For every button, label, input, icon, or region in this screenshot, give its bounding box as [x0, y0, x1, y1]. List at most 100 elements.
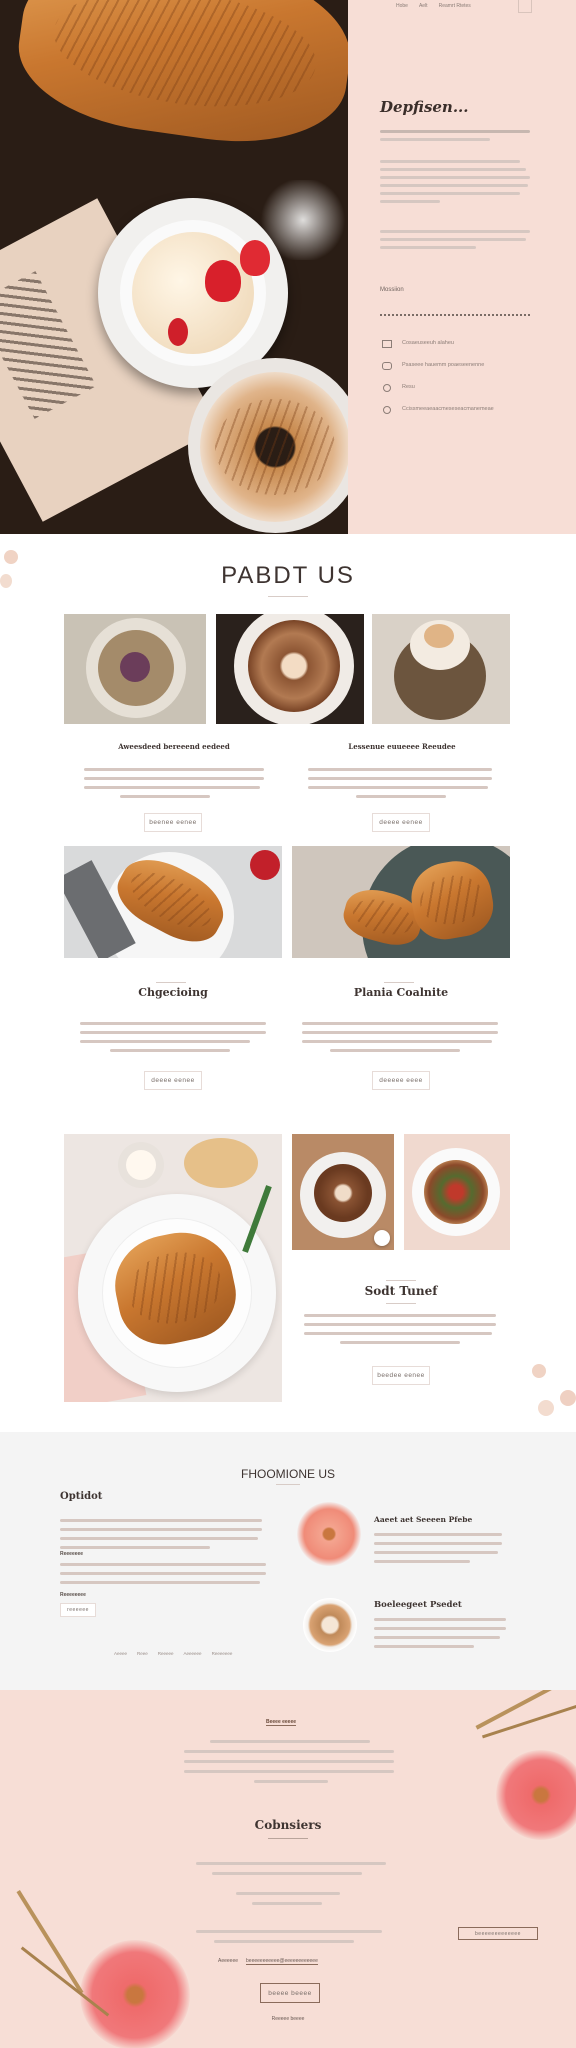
- soup-bowl-photo: [64, 614, 206, 724]
- phone-icon: [383, 406, 391, 414]
- card-text-line: [302, 1031, 498, 1034]
- card-button[interactable]: Deeee eenee: [372, 813, 430, 832]
- card-text-line: [356, 795, 446, 798]
- pager-item[interactable]: Reeeee: [158, 1651, 174, 1656]
- pager-item[interactable]: Aeeeeee: [184, 1651, 202, 1656]
- nav-item[interactable]: Aelt: [419, 3, 428, 9]
- contact-text-line: [212, 1872, 362, 1875]
- card-title: Chgecioing: [138, 986, 208, 999]
- promo-left-heading: Optidot: [60, 1491, 103, 1502]
- hero-text-line: [380, 168, 526, 171]
- card-title: Sodt Tunef: [364, 1284, 438, 1298]
- latte-art-icon: [303, 1598, 357, 1652]
- outline-button[interactable]: Beeeeeeeeeeeee: [458, 1927, 538, 1940]
- hamburger-menu-icon[interactable]: [518, 0, 532, 13]
- promo-text-line: [60, 1528, 262, 1531]
- contact-text-line: [214, 1940, 354, 1943]
- leaf-decoration: [481, 1704, 576, 1739]
- footer-link[interactable]: Reeeee beeee: [0, 2016, 576, 2022]
- card-text-line: [80, 1040, 250, 1043]
- top-nav: Hobe Aelt Reamrt Rtetes: [396, 3, 471, 9]
- pager: Aeeee Reee Reeeee Aeeeeee Reeeeeee: [114, 1651, 232, 1656]
- card-text-line: [84, 786, 260, 789]
- pager-item[interactable]: Reeeeeee: [212, 1651, 233, 1656]
- contact-text-line: [196, 1930, 382, 1933]
- hero-text-line: [380, 246, 476, 249]
- petal-decoration: [560, 1390, 576, 1406]
- feature-text: Ccissmeeaeaacmeseseacmanemeae: [402, 406, 494, 412]
- pager-item[interactable]: Aeeee: [114, 1651, 127, 1656]
- promo-text-line: [60, 1572, 266, 1575]
- promo-sublabel: Reeeeeee: [60, 1551, 84, 1557]
- promo-text-line: [374, 1645, 474, 1648]
- petal-decoration: [532, 1364, 546, 1378]
- promo-text-line: [374, 1533, 502, 1536]
- card-text-line: [302, 1040, 492, 1043]
- title-divider: [156, 982, 186, 983]
- promo-text-line: [60, 1519, 262, 1522]
- card-text-line: [330, 1049, 460, 1052]
- hero-text-line: [380, 176, 530, 179]
- promo-small-button[interactable]: Reeeeee: [60, 1603, 96, 1617]
- pager-item[interactable]: Reee: [137, 1651, 148, 1656]
- card-text-line: [308, 777, 492, 780]
- feature-text: Psaseee hauemm poaeseenenne: [402, 362, 485, 368]
- nav-item[interactable]: Reamrt Rtetes: [439, 3, 471, 9]
- mail-icon: [382, 340, 392, 348]
- croissant-image: [9, 0, 348, 158]
- contact-text-line: [184, 1750, 394, 1753]
- salad-bowl-photo: [404, 1134, 510, 1250]
- promo-item-title: Boeleegeet Psedet: [374, 1600, 462, 1610]
- title-underline: [268, 596, 308, 597]
- title-divider: [386, 1280, 416, 1281]
- promo-text-line: [374, 1560, 470, 1563]
- email-row: Aeeeeee beeeeeeeeeee@eeeeeeeeeeee: [218, 1958, 318, 1965]
- location-pin-icon: [383, 384, 391, 392]
- card-text-line: [308, 786, 488, 789]
- card-button[interactable]: Deeee eenee: [144, 1071, 202, 1090]
- promo-text-line: [374, 1627, 506, 1630]
- hero-text-line: [380, 138, 490, 141]
- email-label: Aeeeeee: [218, 1958, 239, 1964]
- hero-text-line: [380, 230, 530, 233]
- promo-text-line: [60, 1546, 210, 1549]
- hero-photo: [0, 0, 348, 534]
- card-text-line: [308, 768, 492, 771]
- play-icon[interactable]: [374, 1230, 390, 1246]
- link-icon: [382, 362, 392, 370]
- card-text-line: [110, 1049, 230, 1052]
- sugar-pastry-image: [200, 372, 348, 522]
- hero-text-line: [380, 192, 520, 195]
- email-value[interactable]: beeeeeeeeeee@eeeeeeeeeeee: [246, 1958, 318, 1965]
- croissant-table-photo: [64, 1134, 282, 1402]
- pink-flower-icon: [297, 1502, 361, 1566]
- card-text-line: [120, 795, 210, 798]
- cta-button[interactable]: Beeee beeee: [260, 1983, 320, 2003]
- croissant-slate-photo: [292, 846, 510, 958]
- card-button[interactable]: Beenee eenee: [144, 813, 202, 832]
- contact-text-line: [210, 1740, 370, 1743]
- section-label: Mossiion: [380, 287, 404, 293]
- hero-text-line: [380, 160, 520, 163]
- card-text-line: [84, 768, 264, 771]
- petal-decoration: [538, 1400, 554, 1416]
- promo-title: FHOOMIONE US: [240, 1467, 335, 1481]
- hero-text-line: [380, 130, 530, 133]
- card-button[interactable]: Beedee eenee: [372, 1366, 430, 1385]
- title-underline: [268, 1838, 308, 1839]
- promo-text-line: [60, 1537, 258, 1540]
- title-divider: [384, 982, 414, 983]
- card-button[interactable]: Deeeee eeee: [372, 1071, 430, 1090]
- title-underline: [276, 1484, 300, 1485]
- promo-sublabel: Reeeeeeee: [60, 1592, 86, 1598]
- strawberry-image: [205, 260, 241, 302]
- card-text-line: [304, 1332, 492, 1335]
- contact-text-line: [236, 1892, 340, 1895]
- feature-text: Resu: [402, 384, 415, 390]
- contact-text-line: [184, 1770, 394, 1773]
- card-text-line: [304, 1323, 496, 1326]
- promo-text-line: [374, 1542, 502, 1545]
- nav-item[interactable]: Hobe: [396, 3, 408, 9]
- contact-text-line: [254, 1780, 328, 1783]
- coffee-cup-photo: [292, 1134, 394, 1250]
